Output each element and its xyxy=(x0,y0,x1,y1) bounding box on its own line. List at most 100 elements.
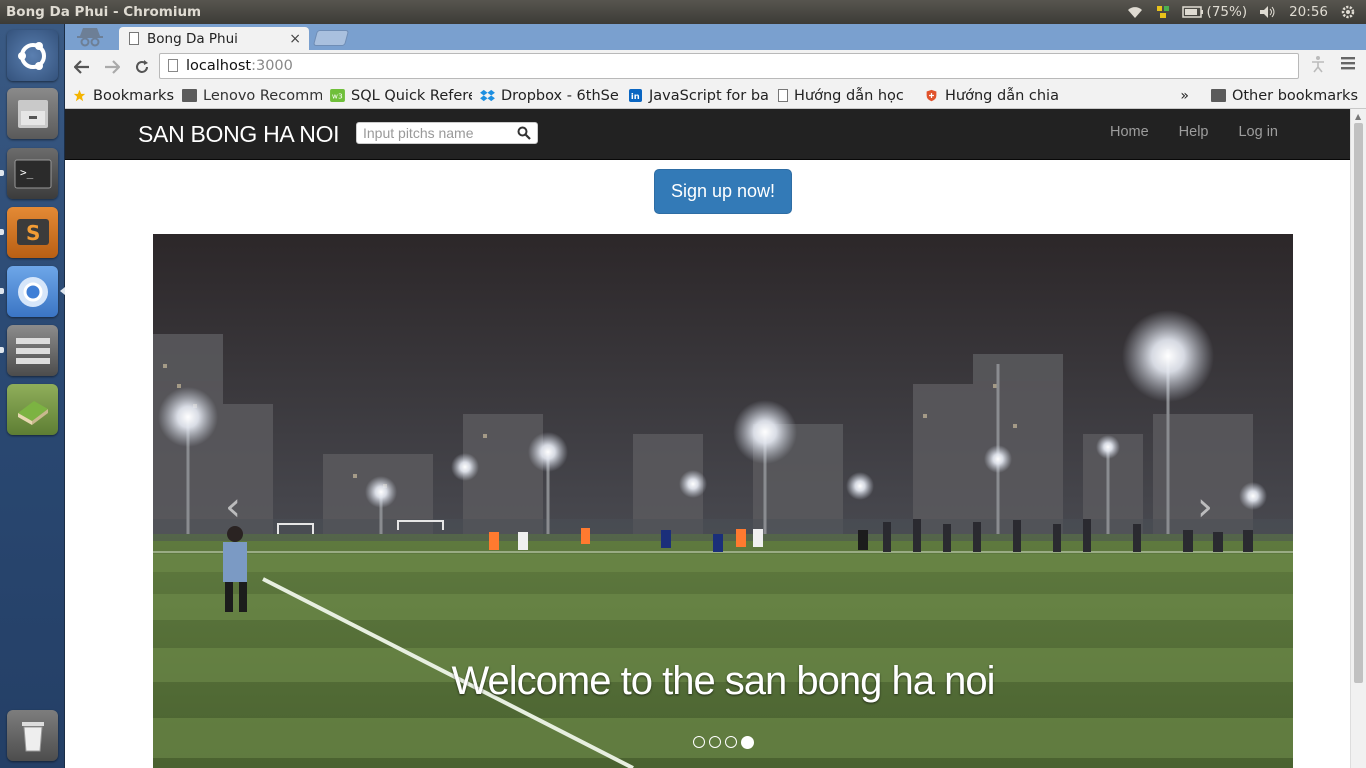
running-pip xyxy=(0,288,4,294)
url-host: localhost xyxy=(186,58,252,74)
battery-indicator[interactable]: (75%) xyxy=(1181,4,1248,20)
bookmark-item[interactable]: in JavaScript for ba xyxy=(628,83,770,109)
launcher-terminal[interactable]: >_ xyxy=(7,148,58,199)
reload-button[interactable] xyxy=(129,54,155,80)
launcher-books[interactable] xyxy=(7,384,58,435)
bookmark-item[interactable]: w3 SQL Quick Refere xyxy=(330,83,472,109)
folder-icon xyxy=(1210,89,1226,102)
nav-help[interactable]: Help xyxy=(1179,124,1209,140)
shield-icon xyxy=(926,89,937,102)
svg-text:>_: >_ xyxy=(20,166,34,179)
tab-title: Bong Da Phui xyxy=(147,30,238,47)
nav-login[interactable]: Log in xyxy=(1238,124,1278,140)
running-pip xyxy=(0,347,4,353)
ubuntu-logo-icon xyxy=(17,41,46,70)
arrow-left-icon xyxy=(74,59,89,74)
running-pip xyxy=(0,170,4,176)
battery-icon xyxy=(1181,6,1203,18)
pitch-search-input[interactable] xyxy=(357,123,507,143)
nav-links: Home Help Log in xyxy=(1110,124,1278,140)
sublime-text-icon: S xyxy=(16,218,49,245)
launcher-files[interactable] xyxy=(7,88,58,139)
bookmark-label: SQL Quick Refere xyxy=(351,87,473,104)
star-icon xyxy=(73,89,86,102)
bookmark-item[interactable]: Dropbox - 6thSer xyxy=(480,83,620,109)
new-tab-button[interactable] xyxy=(312,30,350,46)
running-pip xyxy=(0,229,4,235)
gear-icon[interactable] xyxy=(1340,4,1356,20)
accessibility-icon[interactable] xyxy=(1309,55,1327,73)
tab-strip: Bong Da Phui × xyxy=(65,24,1366,50)
page-viewport: SAN BONG HA NOI Home Help Log in Sign up… xyxy=(65,109,1350,768)
volume-icon[interactable] xyxy=(1259,5,1277,19)
launcher-dash[interactable] xyxy=(7,30,58,81)
carousel-prev[interactable]: ‹ xyxy=(225,484,241,530)
wifi-icon[interactable] xyxy=(1126,5,1144,19)
window-title: Bong Da Phui - Chromium xyxy=(6,4,202,20)
carousel-indicators xyxy=(693,736,754,749)
launcher-sublime-text[interactable]: S xyxy=(7,207,58,258)
site-navbar: SAN BONG HA NOI Home Help Log in xyxy=(65,109,1350,160)
carousel-indicator-dot[interactable] xyxy=(741,736,754,749)
arrow-right-icon xyxy=(105,59,120,74)
reload-icon xyxy=(136,59,148,73)
page-favicon-icon xyxy=(129,32,139,45)
folder-icon xyxy=(182,89,198,102)
bookmark-label: Hướng dẫn học xyxy=(794,87,904,104)
search-icon[interactable] xyxy=(517,126,531,140)
carousel-caption: Welcome to the san bong ha noi xyxy=(451,659,996,703)
bookmark-item[interactable]: Hướng dẫn học xyxy=(778,83,916,109)
bookmarks-overflow-button[interactable]: » xyxy=(1180,88,1189,104)
linkedin-icon: in xyxy=(629,89,643,102)
app-indicator-icon[interactable] xyxy=(1156,5,1170,19)
browser-chrome: Bong Da Phui × localhost:3000 Bookmarks … xyxy=(65,24,1366,109)
signup-button[interactable]: Sign up now! xyxy=(654,169,792,214)
workspace-switcher-icon xyxy=(15,337,50,364)
bookmark-item[interactable]: Hướng dẫn chia xyxy=(924,83,1064,109)
hero-carousel: ‹ › Welcome to the san bong ha noi xyxy=(153,234,1293,768)
battery-percent: (75%) xyxy=(1206,4,1248,20)
carousel-next[interactable]: › xyxy=(1197,484,1213,530)
url-port: :3000 xyxy=(251,58,293,74)
clock[interactable]: 20:56 xyxy=(1289,4,1328,20)
site-brand[interactable]: SAN BONG HA NOI xyxy=(138,121,340,148)
carousel-indicator-dot[interactable] xyxy=(693,736,705,748)
launcher-chromium[interactable] xyxy=(7,266,58,317)
bookmark-label: JavaScript for ba xyxy=(649,87,769,104)
bookmark-label: Hướng dẫn chia xyxy=(945,87,1059,104)
unity-launcher: >_ S xyxy=(0,24,65,768)
bookmark-item[interactable]: Lenovo Recomm xyxy=(182,83,322,109)
scrollbar-thumb[interactable] xyxy=(1354,123,1363,683)
svg-text:w3: w3 xyxy=(332,91,343,100)
menu-icon[interactable] xyxy=(1340,55,1356,71)
launcher-workspaces[interactable] xyxy=(7,325,58,376)
tab-active[interactable]: Bong Da Phui × xyxy=(119,27,309,50)
page-icon xyxy=(778,89,789,102)
books-icon xyxy=(17,400,48,425)
incognito-icon xyxy=(77,28,103,47)
forward-button[interactable] xyxy=(99,54,125,80)
bookmark-item[interactable]: Bookmarks xyxy=(72,83,174,109)
other-bookmarks[interactable]: Other bookmarks xyxy=(1210,83,1358,109)
carousel-indicator-dot[interactable] xyxy=(725,736,737,748)
bookmark-label: Dropbox - 6thSer xyxy=(501,87,621,104)
launcher-trash[interactable] xyxy=(7,710,58,761)
carousel-indicator-dot[interactable] xyxy=(709,736,721,748)
bookmark-label: Lenovo Recomm xyxy=(203,87,323,104)
back-button[interactable] xyxy=(69,54,95,80)
other-bookmarks-label: Other bookmarks xyxy=(1231,87,1358,104)
nav-home[interactable]: Home xyxy=(1110,124,1149,140)
bookmark-label: Bookmarks xyxy=(93,87,175,104)
dropbox-icon xyxy=(480,89,495,102)
terminal-icon: >_ xyxy=(14,159,51,188)
file-cabinet-icon xyxy=(17,99,48,128)
svg-text:S: S xyxy=(26,221,40,245)
trash-icon xyxy=(21,721,44,751)
system-top-panel: Bong Da Phui - Chromium (75%) 20:56 xyxy=(0,0,1366,24)
scroll-up-icon[interactable]: ▲ xyxy=(1355,112,1361,121)
address-bar[interactable]: localhost:3000 xyxy=(159,53,1299,79)
page-scrollbar[interactable]: ▲ xyxy=(1350,109,1366,768)
sql-icon: w3 xyxy=(330,89,345,102)
pitch-search xyxy=(356,122,538,144)
close-tab-icon[interactable]: × xyxy=(289,31,301,47)
